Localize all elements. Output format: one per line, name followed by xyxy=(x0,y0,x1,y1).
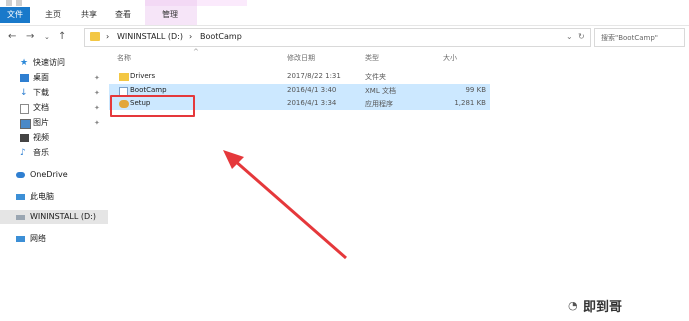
arrow-shaft xyxy=(233,158,347,260)
watermark: 即到哥 xyxy=(583,300,623,315)
wechat-icon: ◔ xyxy=(568,299,578,312)
annotation-arrow xyxy=(223,150,347,260)
